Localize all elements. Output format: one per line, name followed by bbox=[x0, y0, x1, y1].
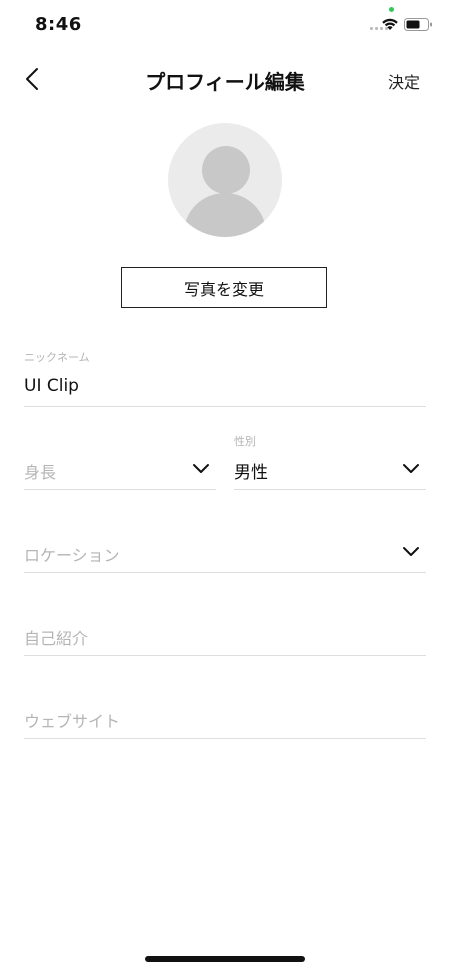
battery-icon bbox=[404, 18, 432, 31]
gender-select[interactable]: 男性 bbox=[234, 458, 268, 483]
page-title: プロフィール編集 bbox=[145, 70, 305, 94]
avatar-body-shape bbox=[184, 193, 266, 237]
nickname-label: ニックネーム bbox=[24, 351, 90, 364]
height-chevron-down-icon[interactable] bbox=[192, 463, 210, 475]
wifi-icon bbox=[382, 18, 398, 30]
confirm-button[interactable]: 決定 bbox=[388, 69, 420, 93]
website-input[interactable]: ウェブサイト bbox=[24, 708, 120, 732]
nickname-underline bbox=[24, 406, 426, 407]
location-underline bbox=[24, 572, 426, 573]
avatar[interactable] bbox=[168, 123, 282, 237]
height-select[interactable]: 身長 bbox=[24, 459, 56, 483]
avatar-head-shape bbox=[202, 146, 250, 194]
home-indicator[interactable] bbox=[145, 956, 305, 962]
height-underline bbox=[24, 489, 216, 490]
nickname-input[interactable]: UI Clip bbox=[24, 376, 79, 396]
location-chevron-down-icon[interactable] bbox=[402, 546, 420, 558]
gender-underline bbox=[234, 489, 426, 490]
status-bar: 8:46 bbox=[0, 0, 450, 48]
gender-chevron-down-icon[interactable] bbox=[402, 463, 420, 475]
gender-label: 性別 bbox=[234, 435, 256, 448]
bio-underline bbox=[24, 655, 426, 656]
bio-input[interactable]: 自己紹介 bbox=[24, 625, 88, 649]
website-underline bbox=[24, 738, 426, 739]
status-time: 8:46 bbox=[35, 14, 82, 35]
location-select[interactable]: ロケーション bbox=[24, 542, 120, 566]
privacy-indicator-dot bbox=[389, 7, 394, 12]
change-photo-button[interactable]: 写真を変更 bbox=[121, 267, 327, 308]
navigation-bar: プロフィール編集 決定 bbox=[0, 52, 450, 104]
